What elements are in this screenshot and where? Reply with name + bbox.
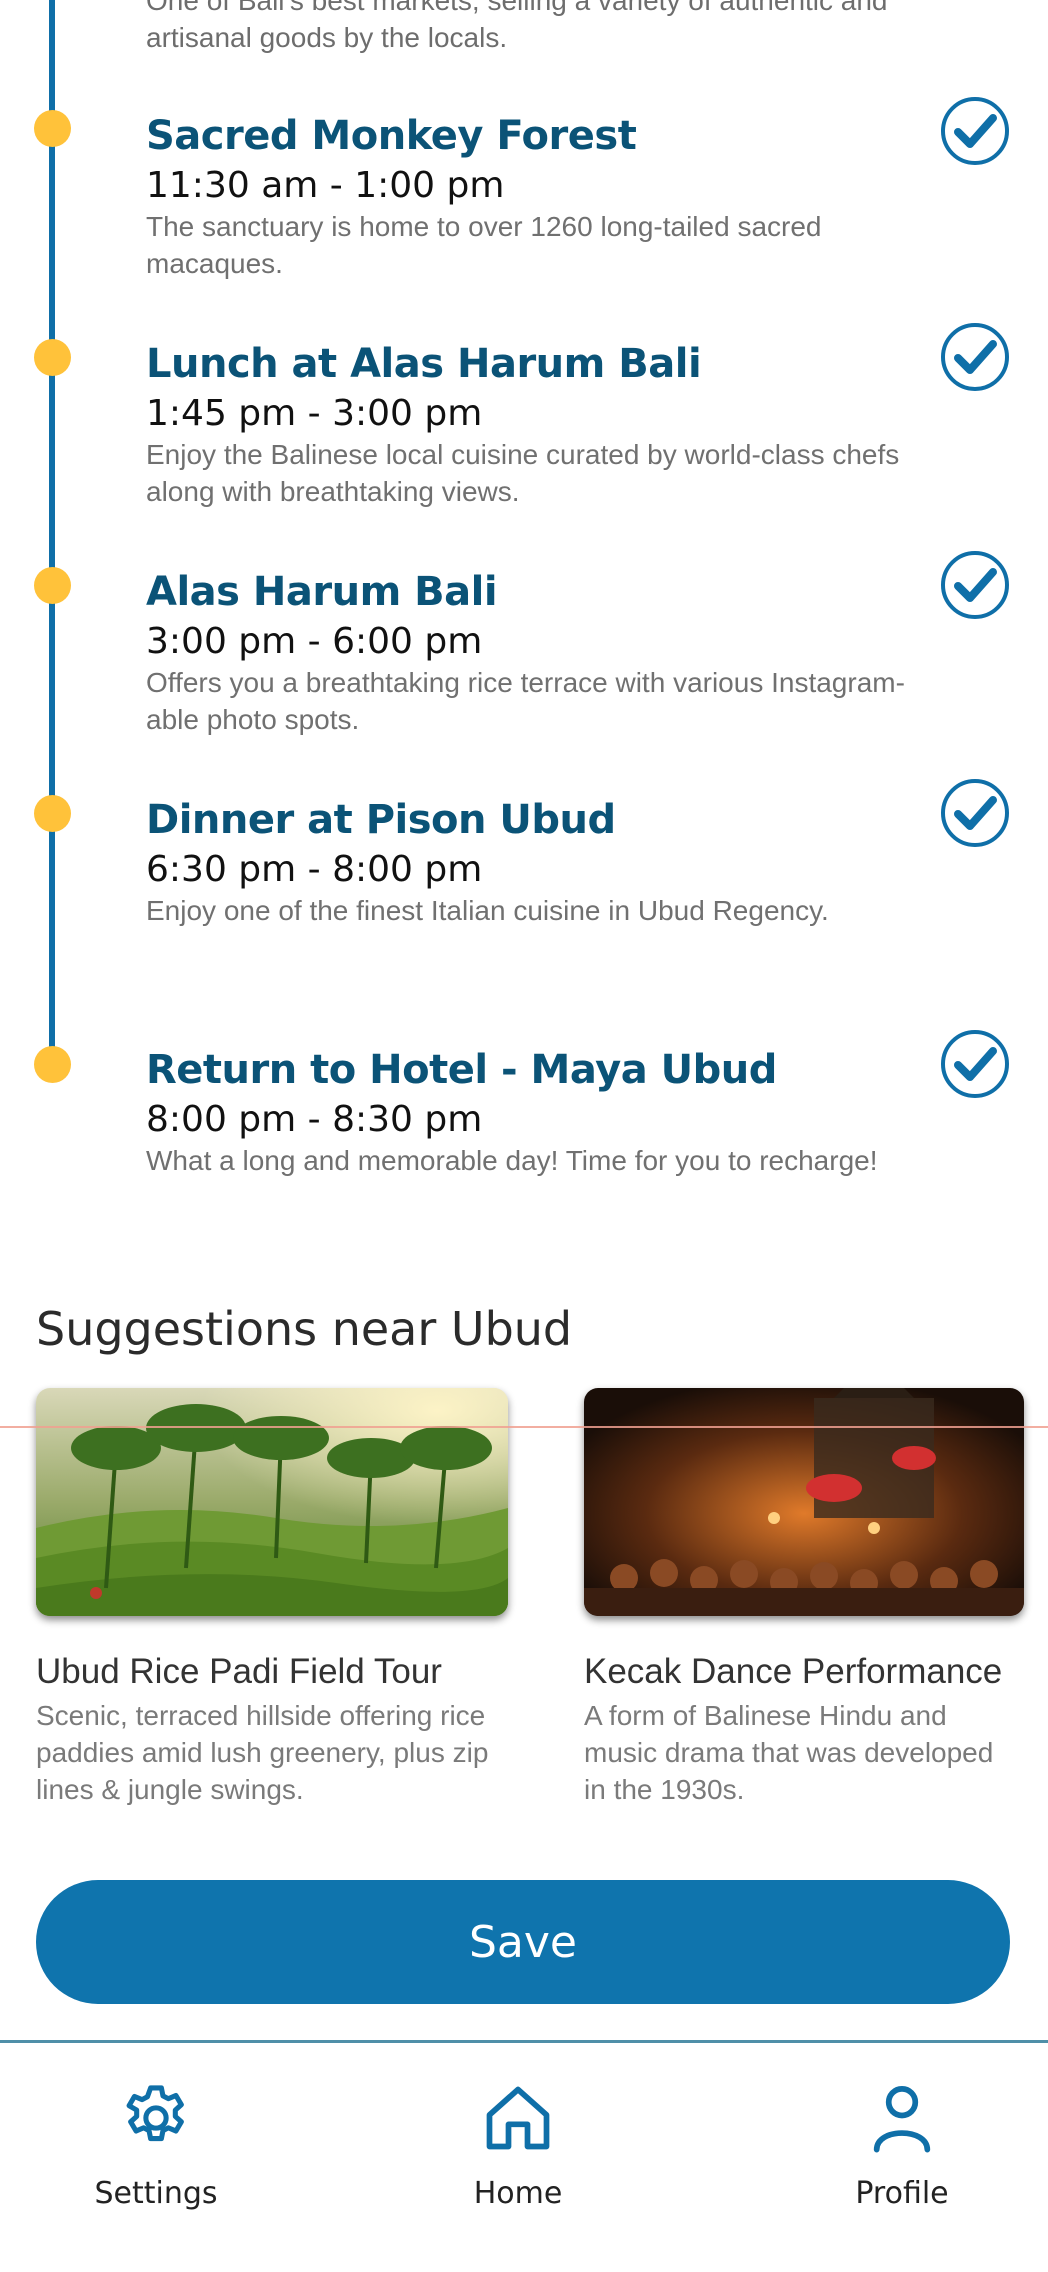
itinerary-item: Lunch at Alas Harum Bali 1:45 pm - 3:00 … [146,340,926,510]
itinerary-item-title: Return to Hotel - Maya Ubud [146,1047,777,1093]
itinerary-item-description: Enjoy the Balinese local cuisine curated… [146,439,900,507]
itinerary-item: Sacred Monkey Forest 11:30 am - 1:00 pm … [146,112,926,282]
check-circle-icon[interactable] [940,1029,1010,1099]
nav-label-settings: Settings [94,2176,218,2211]
nav-item-profile[interactable]: Profile [802,2080,1002,2211]
save-button[interactable]: Save [36,1880,1010,2004]
itinerary-item-title: Dinner at Pison Ubud [146,797,616,843]
gear-icon [126,2085,184,2142]
check-circle-icon[interactable] [940,550,1010,620]
itinerary-item-description: Offers you a breathtaking rice terrace w… [146,667,905,735]
timeline-dot [34,110,71,147]
itinerary-item: Dinner at Pison Ubud 6:30 pm - 8:00 pm E… [146,796,926,929]
user-icon [873,2086,931,2153]
nav-item-settings[interactable]: Settings [56,2080,256,2211]
itinerary-item: Return to Hotel - Maya Ubud 8:00 pm - 8:… [146,1046,926,1179]
nav-item-home[interactable]: Home [418,2080,618,2211]
itinerary-item-time: 11:30 am - 1:00 pm [146,165,505,206]
timeline-dot [34,339,71,376]
timeline-dot [34,567,71,604]
check-circle-icon[interactable] [940,778,1010,848]
guide-line [0,1426,1048,1428]
itinerary-item-time: 8:00 pm - 8:30 pm [146,1099,483,1140]
itinerary-item-description: The sanctuary is home to over 1260 long-… [146,211,822,279]
itinerary-item-time: 3:00 pm - 6:00 pm [146,621,483,662]
rice-terrace-photo[interactable] [36,1388,508,1616]
section-title-suggestions: Suggestions near Ubud [36,1302,573,1356]
itinerary-item-time: 6:30 pm - 8:00 pm [146,849,483,890]
suggestion-card-description: A form of Balinese Hindu and music drama… [584,1700,994,1805]
nav-label-profile: Profile [855,2176,949,2211]
previous-item-description: One of Bali's best markets, selling a va… [146,0,888,53]
timeline-dot [34,795,71,832]
itinerary-item-time: 1:45 pm - 3:00 pm [146,393,483,434]
timeline-dot [34,1046,71,1083]
itinerary-item-title: Sacred Monkey Forest [146,113,637,159]
nav-label-home: Home [473,2176,563,2211]
suggestion-card-description: Scenic, terraced hillside offering rice … [36,1700,489,1805]
home-icon [486,2086,550,2150]
itinerary-item-title: Alas Harum Bali [146,569,498,615]
itinerary-item-title: Lunch at Alas Harum Bali [146,341,702,387]
check-circle-icon[interactable] [940,322,1010,392]
itinerary-item-description: What a long and memorable day! Time for … [146,1145,878,1176]
suggestion-card-title[interactable]: Ubud Rice Padi Field Tour [36,1652,566,1692]
suggestion-card-title[interactable]: Kecak Dance Performance [584,1652,1020,1692]
bottom-nav-divider [0,2040,1048,2043]
itinerary-item: Alas Harum Bali 3:00 pm - 6:00 pm Offers… [146,568,926,738]
check-circle-icon[interactable] [940,96,1010,166]
timeline-line [49,0,55,1052]
itinerary-item-description: Enjoy one of the finest Italian cuisine … [146,895,829,926]
kecak-dance-photo[interactable] [584,1388,1024,1616]
